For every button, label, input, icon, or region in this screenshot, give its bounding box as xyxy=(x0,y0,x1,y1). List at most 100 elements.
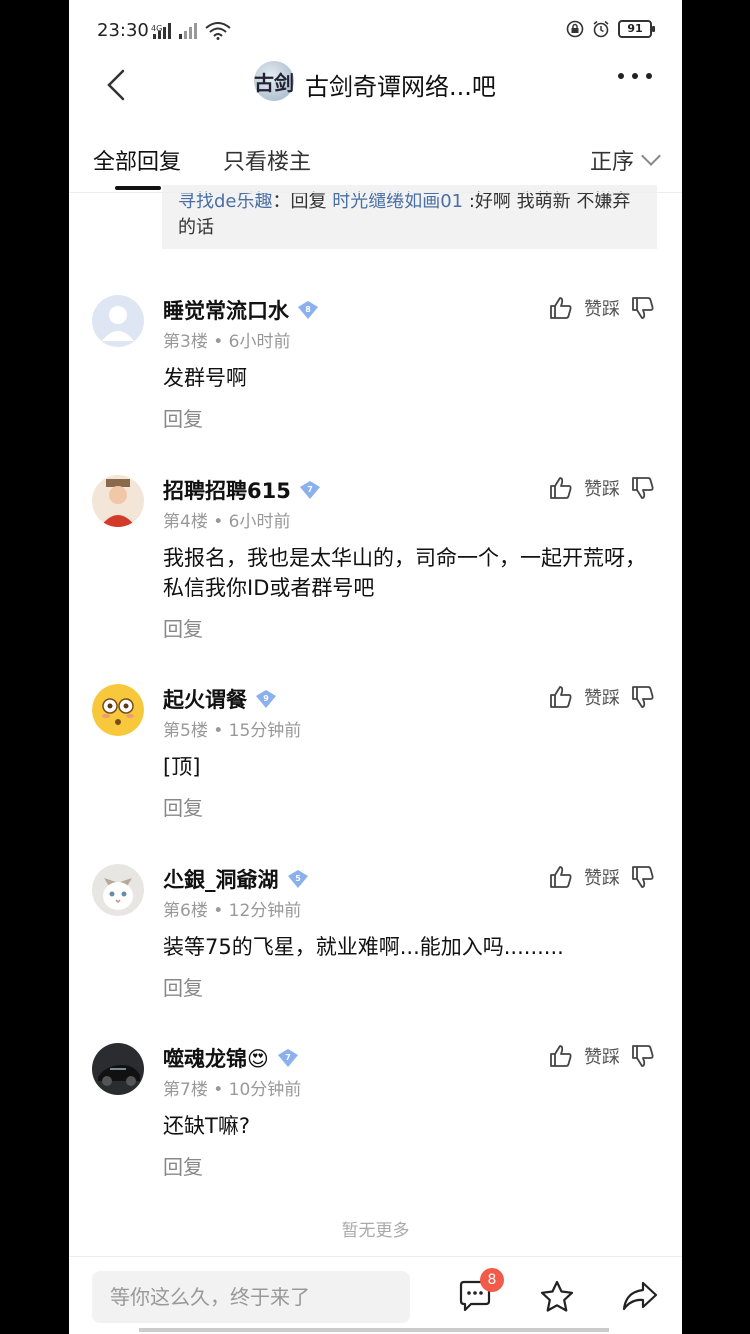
avatar[interactable] xyxy=(92,684,144,736)
avatar[interactable] xyxy=(92,864,144,916)
username-text: 招聘招聘615 xyxy=(163,479,291,503)
tab-op-only[interactable]: 只看楼主 xyxy=(223,144,311,176)
reply-button[interactable]: 回复 xyxy=(163,792,203,821)
username[interactable]: 噬魂龙锦😍 7 xyxy=(163,1043,299,1073)
reply-input[interactable]: 等你这么久，终于来了 xyxy=(92,1271,410,1323)
phone-screen: 23:30 4G 91 古剑 古剑奇谭网络...吧 全部回复 只看楼主 正序 寻… xyxy=(69,0,682,1334)
username-text: 睡觉常流口水 xyxy=(163,299,289,323)
vote-label: 赞踩 xyxy=(584,299,620,320)
post-item: 尐銀_洞爺湖 5 第6楼 • 12分钟前 装等75的飞星，就业难啊...能加入吗… xyxy=(69,864,682,1039)
thumbs-down-icon[interactable] xyxy=(630,1043,656,1069)
thumbs-down-icon[interactable] xyxy=(630,475,656,501)
post-item: 起火谓餐 9 第5楼 • 15分钟前 [顶] 回复 赞踩 xyxy=(69,684,682,859)
thumbs-up-icon[interactable] xyxy=(548,684,574,710)
avatar[interactable] xyxy=(92,475,144,527)
post-content: [顶] xyxy=(163,755,201,779)
reply-button[interactable]: 回复 xyxy=(163,613,203,642)
more-options-icon[interactable] xyxy=(618,73,652,79)
sort-label: 正序 xyxy=(589,150,634,175)
post-time: 6小时前 xyxy=(228,512,291,532)
bottom-bar: 等你这么久，终于来了 8 xyxy=(69,1256,682,1334)
post-time: 6小时前 xyxy=(228,332,291,352)
title-bar: 古剑 古剑奇谭网络...吧 xyxy=(69,55,682,115)
reply-tabs: 全部回复 只看楼主 正序 xyxy=(69,130,682,192)
status-bar: 23:30 4G 91 xyxy=(69,0,682,60)
back-arrow-icon[interactable] xyxy=(99,63,139,103)
reply-button[interactable]: 回复 xyxy=(163,1151,203,1180)
level-number: 8 xyxy=(305,305,311,314)
alarm-icon xyxy=(593,20,609,38)
quote-target[interactable]: 时光缱绻如画01 xyxy=(332,191,463,212)
tab-all-replies[interactable]: 全部回复 xyxy=(93,144,181,176)
chevron-down-icon xyxy=(641,146,661,166)
floor-number: 第5楼 xyxy=(163,721,208,741)
quote-author[interactable]: 寻找de乐趣 xyxy=(178,191,273,212)
post-content: 发群号啊 xyxy=(163,366,247,390)
level-badge-icon: 8 xyxy=(298,301,318,319)
home-indicator xyxy=(139,1328,609,1332)
forum-logo[interactable]: 古剑 xyxy=(254,61,294,101)
post-content: 装等75的飞星，就业难啊...能加入吗......... xyxy=(163,935,564,959)
thumbs-down-icon[interactable] xyxy=(630,864,656,890)
level-badge-icon: 7 xyxy=(277,1049,298,1067)
forum-title[interactable]: 古剑奇谭网络...吧 xyxy=(305,67,496,102)
tabs-divider xyxy=(69,192,682,193)
level-number: 7 xyxy=(285,1053,291,1062)
vote-label: 赞踩 xyxy=(584,479,620,500)
post-time: 10分钟前 xyxy=(228,1080,302,1100)
vote-controls: 赞踩 xyxy=(548,864,656,890)
status-right: 91 xyxy=(566,20,655,38)
meta-separator: • xyxy=(207,1080,229,1100)
floor-number: 第4楼 xyxy=(163,512,208,532)
vote-label: 赞踩 xyxy=(584,1047,620,1068)
thumbs-down-icon[interactable] xyxy=(630,295,656,321)
sort-dropdown[interactable]: 正序 xyxy=(589,144,661,176)
comment-count-badge: 8 xyxy=(480,1268,504,1292)
share-icon[interactable] xyxy=(621,1279,659,1313)
post-item: 睡觉常流口水 8 第3楼 • 6小时前 发群号啊 回复 赞踩 xyxy=(69,295,682,470)
avatar[interactable] xyxy=(92,1043,144,1095)
vote-controls: 赞踩 xyxy=(548,295,656,321)
thumbs-up-icon[interactable] xyxy=(548,475,574,501)
post-meta: 第7楼 • 10分钟前 xyxy=(163,1075,301,1100)
post-content: 还缺T嘛? xyxy=(163,1114,250,1138)
thumbs-up-icon[interactable] xyxy=(548,1043,574,1069)
star-icon[interactable] xyxy=(539,1279,575,1313)
post-meta: 第5楼 • 15分钟前 xyxy=(163,716,301,741)
username-text: 噬魂龙锦😍 xyxy=(163,1047,269,1071)
avatar[interactable] xyxy=(92,295,144,347)
floor-number: 第3楼 xyxy=(163,332,208,352)
meta-separator: • xyxy=(207,512,229,532)
vote-controls: 赞踩 xyxy=(548,475,656,501)
level-number: 9 xyxy=(263,694,269,703)
status-time: 23:30 xyxy=(97,20,149,41)
post-meta: 第4楼 • 6小时前 xyxy=(163,507,291,532)
floor-number: 第6楼 xyxy=(163,901,208,921)
username[interactable]: 尐銀_洞爺湖 5 xyxy=(163,864,309,894)
no-more-text: 暂无更多 xyxy=(341,1221,410,1241)
reply-button[interactable]: 回复 xyxy=(163,403,203,432)
thumbs-up-icon[interactable] xyxy=(548,864,574,890)
floor-number: 第7楼 xyxy=(163,1080,208,1100)
vote-label: 赞踩 xyxy=(584,688,620,709)
username[interactable]: 招聘招聘615 7 xyxy=(163,475,321,505)
post-time: 15分钟前 xyxy=(228,721,302,741)
vote-label: 赞踩 xyxy=(584,868,620,889)
username[interactable]: 睡觉常流口水 8 xyxy=(163,295,319,325)
quoted-reply[interactable]: 寻找de乐趣：回复 时光缱绻如画01 :好啊 我萌新 不嫌弃的话 xyxy=(162,185,657,249)
username[interactable]: 起火谓餐 9 xyxy=(163,684,277,714)
reply-button[interactable]: 回复 xyxy=(163,972,203,1001)
meta-separator: • xyxy=(207,901,229,921)
active-tab-indicator xyxy=(115,186,161,190)
post-time: 12分钟前 xyxy=(228,901,302,921)
battery-icon: 91 xyxy=(618,20,655,38)
level-badge-icon: 9 xyxy=(256,690,276,708)
lock-rotation-icon xyxy=(566,20,584,38)
thumbs-up-icon[interactable] xyxy=(548,295,574,321)
quote-sep: ：回复 xyxy=(272,191,333,212)
thumbs-down-icon[interactable] xyxy=(630,684,656,710)
post-item: 招聘招聘615 7 第4楼 • 6小时前 我报名，我也是太华山的，司命一个，一起… xyxy=(69,475,682,650)
wifi-icon xyxy=(205,22,231,40)
vote-controls: 赞踩 xyxy=(548,684,656,710)
vote-controls: 赞踩 xyxy=(548,1043,656,1069)
